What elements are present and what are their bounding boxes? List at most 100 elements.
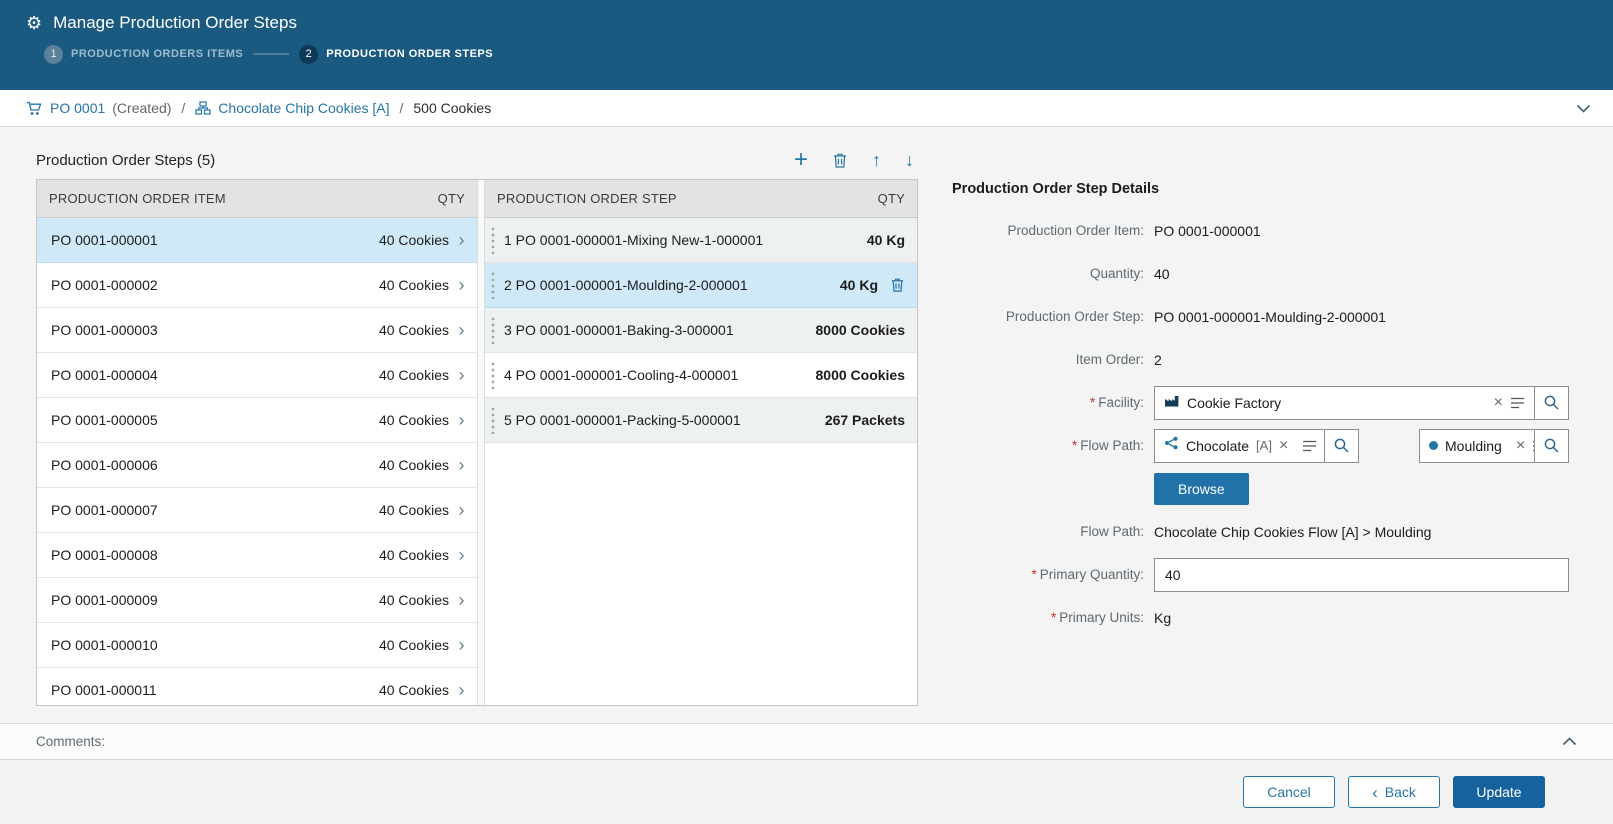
steps-header-label: PRODUCTION ORDER STEP: [497, 191, 677, 206]
facility-search-icon[interactable]: [1534, 387, 1568, 419]
step-2-label: PRODUCTION ORDER STEPS: [326, 48, 493, 60]
step-details-panel: Production Order Step Details Production…: [918, 141, 1577, 723]
order-step-id: 5 PO 0001-000001-Packing-5-000001: [504, 412, 741, 428]
chevron-right-icon: ›: [456, 456, 467, 474]
breadcrumb-quantity: 500 Cookies: [413, 100, 491, 116]
order-item-id: PO 0001-000009: [51, 592, 158, 608]
detail-row-step: Production Order Step: PO 0001-000001-Mo…: [952, 295, 1577, 338]
flow-path-search-icon[interactable]: [1324, 430, 1358, 462]
order-item-qty: 40 Cookies: [379, 637, 449, 653]
comments-collapse-chevron-up-icon[interactable]: [1562, 737, 1577, 746]
drag-handle-icon[interactable]: [490, 406, 496, 434]
header-title-row: ⚙ Manage Production Order Steps: [0, 0, 1613, 33]
order-item-id: PO 0001-000001: [51, 232, 158, 248]
breadcrumb-product-link[interactable]: Chocolate Chip Cookies [A]: [218, 100, 389, 116]
flow-path-list-icon[interactable]: [1302, 440, 1317, 452]
order-step-qty: 8000 Cookies: [816, 322, 906, 338]
facility-combo[interactable]: Cookie Factory ×: [1154, 386, 1569, 420]
order-item-row[interactable]: PO 0001-000001 40 Cookies ›: [37, 218, 477, 263]
steps-toolbar: + ↑ ↓: [794, 148, 918, 172]
add-step-icon[interactable]: +: [794, 148, 808, 172]
back-button-label: Back: [1385, 784, 1416, 800]
breadcrumb: PO 0001 (Created) / Chocolate Chip Cooki…: [0, 90, 1613, 127]
update-button[interactable]: Update: [1453, 776, 1545, 808]
flow-path-clear-icon[interactable]: ×: [1279, 438, 1288, 454]
order-item-qty: 40 Cookies: [379, 502, 449, 518]
main-content: Production Order Steps (5) + ↑ ↓ PRODUCT…: [0, 127, 1613, 723]
order-item-qty: 40 Cookies: [379, 547, 449, 563]
drag-handle-icon[interactable]: [490, 271, 496, 299]
order-item-row[interactable]: PO 0001-000008 40 Cookies ›: [37, 533, 477, 578]
flow-path-combo[interactable]: Chocolate [A] ×: [1154, 429, 1359, 463]
breadcrumb-separator: /: [181, 100, 185, 116]
order-item-row[interactable]: PO 0001-000010 40 Cookies ›: [37, 623, 477, 668]
wizard-step-production-orders-items[interactable]: 1 PRODUCTION ORDERS ITEMS: [44, 45, 243, 64]
chevron-right-icon: ›: [456, 501, 467, 519]
order-item-row[interactable]: PO 0001-000009 40 Cookies ›: [37, 578, 477, 623]
drag-handle-icon[interactable]: [490, 316, 496, 344]
manage-production-order-steps-page: ⚙ Manage Production Order Steps 1 PRODUC…: [0, 0, 1613, 824]
detail-row-primary-quantity: * Primary Quantity:: [952, 553, 1577, 596]
breadcrumb-collapse-chevron-down-icon[interactable]: [1576, 104, 1591, 113]
facility-label: Facility:: [1098, 395, 1144, 410]
facility-value: Cookie Factory: [1187, 395, 1281, 411]
primary-quantity-input[interactable]: [1154, 558, 1569, 592]
primary-quantity-label: Primary Quantity:: [1040, 567, 1144, 582]
order-item-row[interactable]: PO 0001-000007 40 Cookies ›: [37, 488, 477, 533]
order-item-id: PO 0001-000002: [51, 277, 158, 293]
list-toolbar-row: Production Order Steps (5) + ↑ ↓: [36, 141, 918, 179]
flow-path-label: Flow Path:: [1080, 438, 1144, 453]
order-item-qty: 40 Cookies: [379, 682, 449, 698]
step-2-circle: 2: [299, 45, 318, 64]
delete-step-icon[interactable]: [832, 152, 848, 169]
chevron-right-icon: ›: [456, 636, 467, 654]
drag-handle-icon[interactable]: [490, 361, 496, 389]
operation-clear-icon[interactable]: ×: [1516, 438, 1525, 454]
facility-list-icon[interactable]: [1510, 397, 1525, 409]
operation-bullet-icon: [1429, 441, 1438, 450]
order-item-id: PO 0001-000010: [51, 637, 158, 653]
order-item-qty: 40 Cookies: [379, 277, 449, 293]
order-item-qty: 40 Cookies: [379, 232, 449, 248]
back-button[interactable]: ‹ Back: [1348, 776, 1440, 808]
order-step-row[interactable]: 1 PO 0001-000001-Mixing New-1-000001 40 …: [485, 218, 917, 263]
flow-icon: [1164, 436, 1179, 455]
move-down-icon[interactable]: ↓: [905, 151, 914, 169]
order-item-row[interactable]: PO 0001-000005 40 Cookies ›: [37, 398, 477, 443]
order-step-row[interactable]: 5 PO 0001-000001-Packing-5-000001 267 Pa…: [485, 398, 917, 443]
operation-combo[interactable]: Moulding ×: [1419, 429, 1569, 463]
comments-label: Comments:: [36, 734, 105, 749]
order-item-row[interactable]: PO 0001-000004 40 Cookies ›: [37, 353, 477, 398]
order-step-id: 4 PO 0001-000001-Cooling-4-000001: [504, 367, 738, 383]
order-step-row[interactable]: 2 PO 0001-000001-Moulding-2-000001 40 Kg: [485, 263, 917, 308]
browse-button[interactable]: Browse: [1154, 473, 1249, 505]
order-item-id: PO 0001-000004: [51, 367, 158, 383]
move-up-icon[interactable]: ↑: [872, 151, 881, 169]
facility-clear-icon[interactable]: ×: [1494, 395, 1503, 411]
primary-units-value: Kg: [1154, 610, 1171, 626]
order-step-qty: 267 Packets: [825, 412, 905, 428]
order-step-row[interactable]: 3 PO 0001-000001-Baking-3-000001 8000 Co…: [485, 308, 917, 353]
drag-handle-icon[interactable]: [490, 226, 496, 254]
order-item-id: PO 0001-000008: [51, 547, 158, 563]
operation-search-icon[interactable]: [1534, 430, 1568, 462]
breadcrumb-order-link[interactable]: PO 0001: [50, 100, 105, 116]
order-item-row[interactable]: PO 0001-000002 40 Cookies ›: [37, 263, 477, 308]
order-item-row[interactable]: PO 0001-000003 40 Cookies ›: [37, 308, 477, 353]
step-label: Production Order Step:: [1006, 309, 1144, 324]
cancel-button[interactable]: Cancel: [1243, 776, 1335, 808]
factory-icon: [1164, 393, 1180, 412]
order-item-qty: 40 Cookies: [379, 412, 449, 428]
order-item-row[interactable]: PO 0001-000006 40 Cookies ›: [37, 443, 477, 488]
order-item-qty: 40 Cookies: [379, 322, 449, 338]
wizard-step-production-order-steps[interactable]: 2 PRODUCTION ORDER STEPS: [299, 45, 493, 64]
order-step-row[interactable]: 4 PO 0001-000001-Cooling-4-000001 8000 C…: [485, 353, 917, 398]
order-item-qty: 40 Cookies: [379, 592, 449, 608]
step-value: PO 0001-000001-Moulding-2-000001: [1154, 309, 1386, 325]
order-item-row[interactable]: PO 0001-000011 40 Cookies ›: [37, 668, 477, 705]
chevron-right-icon: ›: [456, 321, 467, 339]
app-header: ⚙ Manage Production Order Steps 1 PRODUC…: [0, 0, 1613, 90]
detail-row-item: Production Order Item: PO 0001-000001: [952, 209, 1577, 252]
delete-row-trash-icon[interactable]: [890, 277, 905, 293]
items-table-scrollbar[interactable]: [477, 180, 485, 705]
